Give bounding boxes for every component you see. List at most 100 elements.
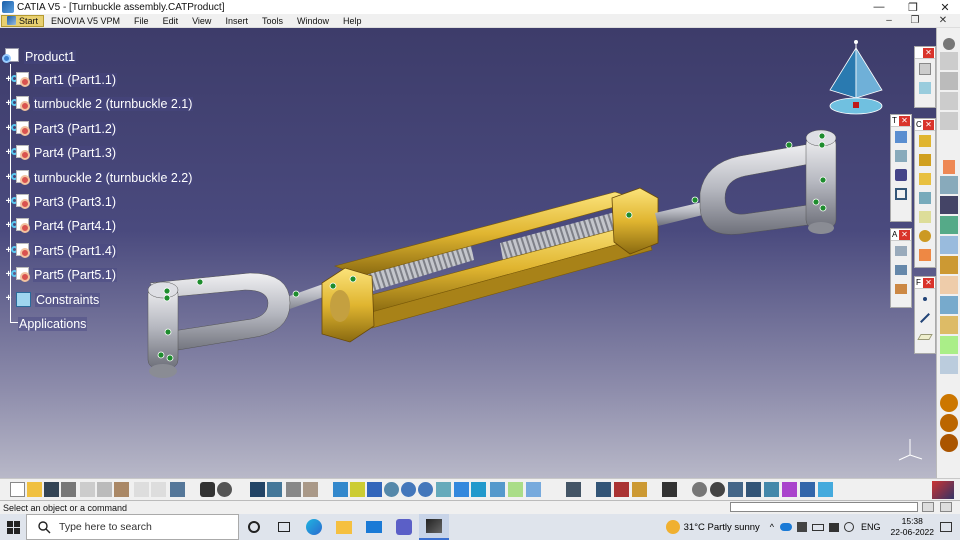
- zoom-out-icon[interactable]: [418, 482, 433, 497]
- redo-icon[interactable]: [151, 482, 166, 497]
- tree-node[interactable]: + Part1 (Part1.1): [4, 72, 117, 88]
- doc-close-button[interactable]: ✕: [934, 15, 952, 27]
- language-indicator[interactable]: ENG: [861, 522, 881, 532]
- maximize-button[interactable]: ❐: [898, 0, 928, 14]
- tool-button[interactable]: [892, 261, 910, 279]
- tree-node[interactable]: + Part3 (Part3.1): [4, 194, 117, 210]
- tool-button[interactable]: [892, 242, 910, 260]
- tool-button[interactable]: [939, 296, 958, 314]
- tool-button[interactable]: [286, 482, 301, 497]
- comment-icon[interactable]: [217, 482, 232, 497]
- tool-button[interactable]: [916, 208, 934, 226]
- windows-start-icon[interactable]: [0, 514, 26, 540]
- battery-icon[interactable]: [812, 523, 824, 531]
- tool-button[interactable]: [939, 92, 958, 110]
- new-file-icon[interactable]: [10, 482, 25, 497]
- tool-button[interactable]: [267, 482, 282, 497]
- notification-icon[interactable]: [940, 522, 952, 532]
- tool-button[interactable]: [922, 502, 934, 512]
- tool-button[interactable]: [892, 128, 910, 146]
- tool-button[interactable]: [939, 356, 958, 374]
- multi-view-icon[interactable]: [454, 482, 469, 497]
- open-folder-icon[interactable]: [27, 482, 42, 497]
- tool-button[interactable]: [892, 280, 910, 298]
- menu-window[interactable]: Window: [290, 14, 336, 28]
- tree-node[interactable]: + Part4 (Part4.1): [4, 218, 117, 234]
- normal-view-icon[interactable]: [436, 482, 451, 497]
- tree-node-constraints[interactable]: + Constraints: [4, 292, 101, 307]
- close-toolbar-button[interactable]: ✕: [923, 47, 934, 58]
- 3d-viewport[interactable]: Product1 + Part1 (Part1.1) + turnbuckle …: [0, 28, 936, 478]
- minimize-button[interactable]: —: [864, 0, 894, 14]
- tree-root-product1[interactable]: Product1: [2, 48, 77, 66]
- tool-button[interactable]: [939, 112, 958, 130]
- tool-button[interactable]: [692, 482, 707, 497]
- clock[interactable]: 15:38 22-06-2022: [891, 516, 934, 538]
- tool-button[interactable]: [916, 328, 934, 346]
- tool-button[interactable]: [800, 482, 815, 497]
- tool-button[interactable]: [939, 434, 958, 452]
- tool-button[interactable]: [892, 166, 910, 184]
- cortana-icon[interactable]: [239, 514, 269, 540]
- select-cursor-icon[interactable]: [942, 160, 955, 174]
- paste-icon[interactable]: [114, 482, 129, 497]
- file-explorer-icon[interactable]: [329, 514, 359, 540]
- tool-button[interactable]: [940, 502, 952, 512]
- tool-button[interactable]: [662, 482, 677, 497]
- swap-space-icon[interactable]: [526, 482, 541, 497]
- edge-icon[interactable]: [299, 514, 329, 540]
- teams-icon[interactable]: [389, 514, 419, 540]
- shading-icon[interactable]: [490, 482, 505, 497]
- menu-tools[interactable]: Tools: [255, 14, 290, 28]
- task-view-icon[interactable]: [269, 514, 299, 540]
- tool-button[interactable]: [939, 276, 958, 294]
- menu-start[interactable]: Start: [1, 14, 45, 27]
- globe-icon[interactable]: [844, 522, 854, 532]
- close-toolbar-button[interactable]: ✕: [899, 229, 910, 240]
- menu-enovia[interactable]: ENOVIA V5 VPM: [44, 14, 127, 28]
- whats-this-icon[interactable]: [170, 482, 185, 497]
- tool-button[interactable]: [939, 236, 958, 254]
- tool-button[interactable]: [746, 482, 761, 497]
- taskbar-search-input[interactable]: Type here to search: [26, 514, 239, 540]
- tool-button[interactable]: [916, 132, 934, 150]
- settings-icon[interactable]: [942, 38, 955, 50]
- tool-button[interactable]: [632, 482, 647, 497]
- tool-button[interactable]: [614, 482, 629, 497]
- tool-button[interactable]: [782, 482, 797, 497]
- undo-icon[interactable]: [134, 482, 149, 497]
- rotate-icon[interactable]: [384, 482, 399, 497]
- close-toolbar-button[interactable]: ✕: [923, 277, 934, 288]
- save-icon[interactable]: [44, 482, 59, 497]
- tool-button[interactable]: [303, 482, 318, 497]
- tool-button[interactable]: [250, 482, 265, 497]
- tool-button[interactable]: [939, 256, 958, 274]
- tool-button[interactable]: [818, 482, 833, 497]
- volume-icon[interactable]: [829, 522, 839, 532]
- tool-button[interactable]: [728, 482, 743, 497]
- print-icon[interactable]: [61, 482, 76, 497]
- zoom-in-icon[interactable]: [401, 482, 416, 497]
- close-toolbar-button[interactable]: ✕: [899, 115, 910, 126]
- tree-node-applications[interactable]: Applications: [18, 317, 88, 331]
- fly-mode-icon[interactable]: [333, 482, 348, 497]
- tree-node[interactable]: + Part5 (Part1.4): [4, 243, 117, 259]
- copy-icon[interactable]: [97, 482, 112, 497]
- tool-button[interactable]: [892, 185, 910, 203]
- tree-node[interactable]: + Part4 (Part1.3): [4, 145, 117, 161]
- tool-button[interactable]: [939, 394, 958, 412]
- tree-node[interactable]: + Part5 (Part5.1): [4, 267, 117, 283]
- tool-button[interactable]: [939, 316, 958, 334]
- show-hidden-icon[interactable]: ^: [770, 522, 774, 532]
- doc-restore-button[interactable]: ❐: [906, 15, 924, 27]
- tool-button[interactable]: [892, 147, 910, 165]
- mail-icon[interactable]: [359, 514, 389, 540]
- tool-button[interactable]: [939, 176, 958, 194]
- tool-button[interactable]: [939, 216, 958, 234]
- tree-node[interactable]: + turnbuckle 2 (turnbuckle 2.1): [4, 96, 194, 112]
- tool-button[interactable]: [916, 79, 934, 97]
- expand-icon[interactable]: +: [4, 294, 13, 304]
- tool-button[interactable]: [764, 482, 779, 497]
- weather-text[interactable]: 31°C Partly sunny: [684, 522, 760, 533]
- tool-button[interactable]: [939, 336, 958, 354]
